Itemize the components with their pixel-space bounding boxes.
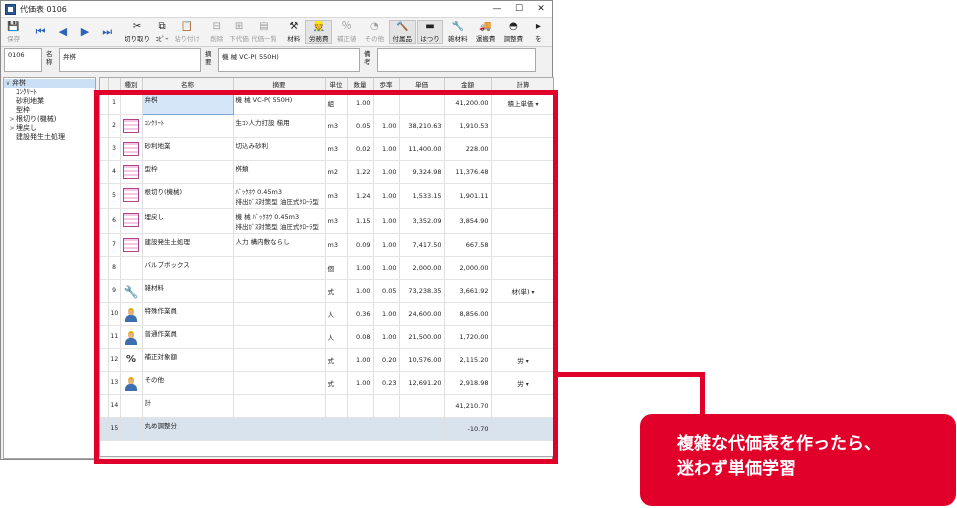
tree-toggle-icon[interactable]: > — [8, 124, 16, 133]
tree-node-label: 砂利地業 — [16, 97, 44, 105]
toolbar-button-12[interactable]: 👷 労務費 — [305, 20, 333, 44]
tree-node-label: 建設発生土処理 — [16, 133, 65, 141]
toolbar-icon-13: ％ — [341, 21, 352, 32]
callout-box: 複雑な代価表を作ったら、 迷わず単価学習 — [640, 414, 956, 506]
toolbar-label-15: 付属品 — [392, 35, 412, 43]
toolbar-button-5[interactable]: ✂ 切り取り — [124, 20, 151, 44]
toolbar-button-2[interactable]: ◀ — [52, 20, 73, 44]
toolbar-label-0: 保存 — [7, 35, 21, 43]
toolbar-button-10[interactable]: ▤ 代価一覧 — [251, 20, 278, 44]
tree-node-label: 埋戻し — [16, 124, 37, 132]
toolbar-icon-10: ▤ — [259, 21, 269, 32]
app-icon — [5, 3, 16, 15]
name-field[interactable]: 弁桝 — [59, 48, 201, 72]
toolbar-icon-12: 👷 — [312, 21, 326, 32]
item-tree: ∨ 弁桝 ｺﾝｸﾘｰﾄ 砂利地業 型枠 >根切り(機械) >埋戻し 建設発生土処理 — [3, 77, 96, 459]
toolbar-label-17: 雑材料 — [448, 35, 468, 43]
tree-node-label: 根切り(機械) — [16, 115, 57, 123]
callout-line-1: 複雑な代価表を作ったら、 — [677, 434, 881, 454]
window-title: 代価表 0106 — [20, 4, 67, 14]
toolbar-button-3[interactable]: ▶ — [74, 20, 95, 44]
toolbar: 💾 保存 ⏮ ◀ ▶ ⏭ ✂ 切り取り ⧉ ｺﾋﾟｰ 📋 貼り付け ⊟ 削除 ⊞ 下代価 ▤ 代価一覧 ⚒ 材料 👷 労務… — [1, 18, 552, 47]
toolbar-label-12: 労務費 — [309, 35, 329, 43]
toolbar-button-16[interactable]: ▬ はつり — [416, 20, 444, 44]
toolbar-button-13[interactable]: ％ 補正値 — [333, 20, 360, 44]
note-label: 備考 — [364, 50, 371, 66]
toolbar-icon-11: ⚒ — [289, 21, 299, 32]
toolbar-button-14[interactable]: ◔ その他 — [361, 20, 388, 44]
spec-label: 摘要 — [205, 50, 212, 66]
toolbar-button-19[interactable]: ◓ 調整費 — [500, 20, 527, 44]
toolbar-icon-9: ⊞ — [234, 21, 244, 32]
minimize-button[interactable]: — — [486, 1, 508, 18]
callout-connector-horizontal — [558, 372, 705, 377]
toolbar-label-18: 運搬費 — [475, 35, 496, 43]
close-button[interactable]: ✕ — [530, 1, 552, 18]
tree-node[interactable]: >根切り(機械) — [4, 115, 95, 124]
title-bar: 代価表 0106 — ☐ ✕ — [1, 1, 552, 18]
toolbar-label-7: 貼り付け — [174, 35, 201, 43]
tree-node-label: 弁桝 — [12, 79, 26, 87]
toolbar-label-6: ｺﾋﾟｰ — [155, 35, 169, 43]
toolbar-button-15[interactable]: 🔨 付属品 — [388, 20, 416, 44]
toolbar-icon-0: 💾 — [7, 21, 20, 32]
toolbar-label-5: 切り取り — [124, 35, 151, 43]
header-fields: 0106 名称 弁桝 摘要 機 械 VC-P( 550H) 備考 — [4, 48, 549, 72]
toolbar-label-13: 補正値 — [336, 35, 357, 43]
code-field[interactable]: 0106 — [4, 48, 42, 72]
toolbar-icon-6: ⧉ — [158, 21, 166, 32]
toolbar-button-0[interactable]: 💾 保存 — [3, 20, 24, 44]
toolbar-icon-19: ◓ — [509, 21, 518, 32]
tree-node[interactable]: >埋戻し — [4, 124, 95, 133]
maximize-button[interactable]: ☐ — [508, 1, 530, 18]
toolbar-icon-1: ⏮ — [35, 25, 46, 38]
name-label: 名称 — [46, 50, 53, 66]
toolbar-icon-3: ▶ — [80, 25, 90, 38]
toolbar-label-11: 材料 — [287, 35, 301, 43]
toolbar-button-18[interactable]: 🚚 運搬費 — [472, 20, 499, 44]
callout-line-2: 迷わず単価学習 — [677, 459, 796, 479]
note-field[interactable] — [377, 48, 536, 72]
toolbar-button-8[interactable]: ⊟ 削除 — [206, 20, 227, 44]
toolbar-button-17[interactable]: 🔧 雑材料 — [444, 20, 471, 44]
toolbar-label-19: 調整費 — [503, 35, 524, 43]
toolbar-button-11[interactable]: ⚒ 材料 — [283, 20, 304, 44]
toolbar-label-16: はつり — [420, 35, 440, 43]
toolbar-label-14: その他 — [364, 35, 385, 43]
toolbar-button-20[interactable]: ▸ を — [528, 20, 549, 44]
tree-toggle-icon[interactable]: > — [8, 115, 16, 124]
toolbar-icon-18: 🚚 — [479, 21, 492, 32]
toolbar-icon-4: ⏭ — [102, 25, 113, 38]
tree-node-label: 型枠 — [16, 106, 30, 114]
toolbar-label-8: 削除 — [210, 35, 224, 43]
toolbar-icon-20: ▸ — [535, 21, 541, 32]
toolbar-label-10: 代価一覧 — [251, 35, 278, 43]
toolbar-icon-5: ✂ — [132, 21, 142, 32]
tree-node[interactable]: 砂利地業 — [4, 97, 95, 106]
toolbar-label-9: 下代価 — [229, 35, 249, 43]
toolbar-icon-16: ▬ — [425, 21, 435, 32]
toolbar-button-9[interactable]: ⊞ 下代価 — [228, 20, 249, 44]
toolbar-button-6[interactable]: ⧉ ｺﾋﾟｰ — [151, 20, 172, 44]
toolbar-button-1[interactable]: ⏮ — [30, 20, 51, 44]
callout-connector-vertical — [700, 372, 705, 418]
tree-node[interactable]: 建設発生土処理 — [4, 133, 95, 142]
toolbar-icon-17: 🔧 — [451, 21, 465, 32]
tree-toggle-icon[interactable]: ∨ — [4, 79, 12, 88]
toolbar-button-7[interactable]: 📋 貼り付け — [174, 20, 201, 44]
tree-node[interactable]: 型枠 — [4, 106, 95, 115]
toolbar-icon-2: ◀ — [58, 25, 68, 38]
tree-node[interactable]: ｺﾝｸﾘｰﾄ — [4, 88, 95, 97]
tree-node[interactable]: ∨ 弁桝 — [4, 79, 95, 88]
toolbar-icon-15: 🔨 — [395, 21, 409, 32]
spec-field[interactable]: 機 械 VC-P( 550H) — [218, 48, 360, 72]
toolbar-icon-14: ◔ — [370, 21, 379, 32]
grid-highlight-frame — [94, 90, 558, 464]
toolbar-icon-8: ⊟ — [212, 21, 221, 32]
toolbar-icon-7: 📋 — [180, 21, 194, 32]
toolbar-button-4[interactable]: ⏭ — [97, 20, 118, 44]
tree-node-label: ｺﾝｸﾘｰﾄ — [16, 88, 37, 96]
toolbar-label-20: を — [535, 35, 542, 43]
